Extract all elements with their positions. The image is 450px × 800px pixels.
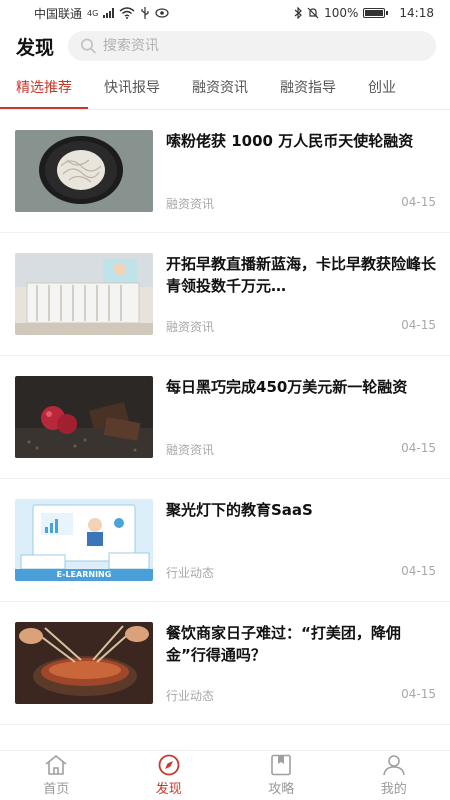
- tab-financing-guide[interactable]: 融资指导: [264, 66, 352, 109]
- e-learning-caption: E-LEARNING: [56, 570, 112, 579]
- news-title: 嗦粉佬获 1000 万人民币天使轮融资: [166, 132, 414, 150]
- search-icon: [81, 38, 96, 54]
- chocolate-image: [15, 376, 153, 458]
- eye-icon: [155, 8, 169, 18]
- carrier-name: 中国联通: [34, 6, 83, 21]
- search-bar[interactable]: [68, 31, 436, 61]
- bookmark-book-icon: [271, 754, 292, 776]
- news-content: 餐饮商家日子难过：“打美团，降佣金”行得通吗？ 行业动态 04-15: [166, 622, 436, 704]
- category-tabs: 精选推荐 快讯报导 融资资讯 融资指导 创业: [0, 66, 450, 110]
- news-meta: 融资资讯 04-15: [166, 441, 436, 458]
- mute-bell-icon: [307, 7, 319, 19]
- tab-financing-news[interactable]: 融资资讯: [176, 66, 264, 109]
- news-meta: 行业动态 04-15: [166, 564, 436, 581]
- network-type: 4G: [87, 8, 99, 18]
- news-category: 行业动态: [166, 566, 215, 580]
- status-bar: 中国联通 4G 100% 14:18: [0, 0, 450, 26]
- status-right: 100% 14:18: [294, 6, 434, 20]
- news-meta: 融资资讯 04-15: [166, 318, 436, 335]
- news-date: 04-15: [401, 687, 436, 701]
- usb-icon: [141, 7, 149, 19]
- news-date: 04-15: [401, 318, 436, 332]
- nav-profile[interactable]: 我的: [338, 751, 450, 800]
- user-icon: [382, 755, 405, 776]
- news-item[interactable]: 每日黑巧完成450万美元新一轮融资 融资资讯 04-15: [0, 356, 450, 479]
- nav-label: 首页: [43, 782, 70, 797]
- news-meta: 行业动态 04-15: [166, 687, 436, 704]
- news-date: 04-15: [401, 195, 436, 209]
- news-title: 聚光灯下的教育SaaS: [166, 501, 313, 519]
- wifi-icon: [119, 7, 135, 19]
- bottom-nav: 首页 发现 攻略 我的: [0, 750, 450, 800]
- playroom-image: [15, 253, 153, 335]
- news-date: 04-15: [401, 564, 436, 578]
- home-icon: [45, 755, 67, 775]
- news-item[interactable]: E-LEARNING 聚光灯下的教育SaaS 行业动态 04-15: [0, 479, 450, 602]
- news-category: 融资资讯: [166, 443, 215, 457]
- hotpot-image: [15, 622, 153, 704]
- news-title: 每日黑巧完成450万美元新一轮融资: [166, 378, 408, 396]
- tab-news-flash[interactable]: 快讯报导: [88, 66, 176, 109]
- clock: 14:18: [399, 6, 434, 20]
- status-left: 中国联通 4G: [34, 5, 169, 22]
- news-content: 聚光灯下的教育SaaS 行业动态 04-15: [166, 499, 436, 581]
- news-title: 开拓早教直播新蓝海，卡比早教获险峰长青领投数千万元…: [166, 255, 436, 295]
- news-category: 融资资讯: [166, 197, 215, 211]
- compass-icon: [158, 754, 180, 776]
- nav-label: 我的: [380, 782, 407, 797]
- bluetooth-icon: [294, 7, 302, 19]
- news-item[interactable]: 开拓早教直播新蓝海，卡比早教获险峰长青领投数千万元… 融资资讯 04-15: [0, 233, 450, 356]
- nav-discover[interactable]: 发现: [113, 751, 226, 800]
- news-list: 嗦粉佬获 1000 万人民币天使轮融资 融资资讯 04-15 开拓早教直播新蓝海: [0, 110, 450, 748]
- signal-icon: [103, 8, 115, 18]
- news-item[interactable]: 嗦粉佬获 1000 万人民币天使轮融资 融资资讯 04-15: [0, 110, 450, 233]
- news-title: 餐饮商家日子难过：“打美团，降佣金”行得通吗？: [166, 624, 401, 664]
- tab-featured[interactable]: 精选推荐: [0, 66, 88, 109]
- battery-percent: 100%: [324, 6, 359, 20]
- news-content: 嗦粉佬获 1000 万人民币天使轮融资 融资资讯 04-15: [166, 130, 436, 212]
- header: 发现: [0, 26, 450, 66]
- search-input[interactable]: [102, 38, 424, 54]
- news-meta: 融资资讯 04-15: [166, 195, 436, 212]
- news-content: 每日黑巧完成450万美元新一轮融资 融资资讯 04-15: [166, 376, 436, 458]
- nav-label: 攻略: [268, 782, 295, 797]
- tab-startup[interactable]: 创业: [352, 66, 412, 109]
- nav-label: 发现: [155, 782, 182, 797]
- battery-icon: [363, 8, 389, 18]
- nav-home[interactable]: 首页: [0, 751, 113, 800]
- news-category: 行业动态: [166, 689, 215, 703]
- news-content: 开拓早教直播新蓝海，卡比早教获险峰长青领投数千万元… 融资资讯 04-15: [166, 253, 436, 335]
- news-item[interactable]: 餐饮商家日子难过：“打美团，降佣金”行得通吗？ 行业动态 04-15: [0, 602, 450, 725]
- news-date: 04-15: [401, 441, 436, 455]
- rice-noodles-image: [15, 130, 153, 212]
- news-category: 融资资讯: [166, 320, 215, 334]
- page-title: 发现: [16, 36, 55, 59]
- nav-guide[interactable]: 攻略: [225, 751, 338, 800]
- e-learning-image: E-LEARNING: [15, 499, 153, 581]
